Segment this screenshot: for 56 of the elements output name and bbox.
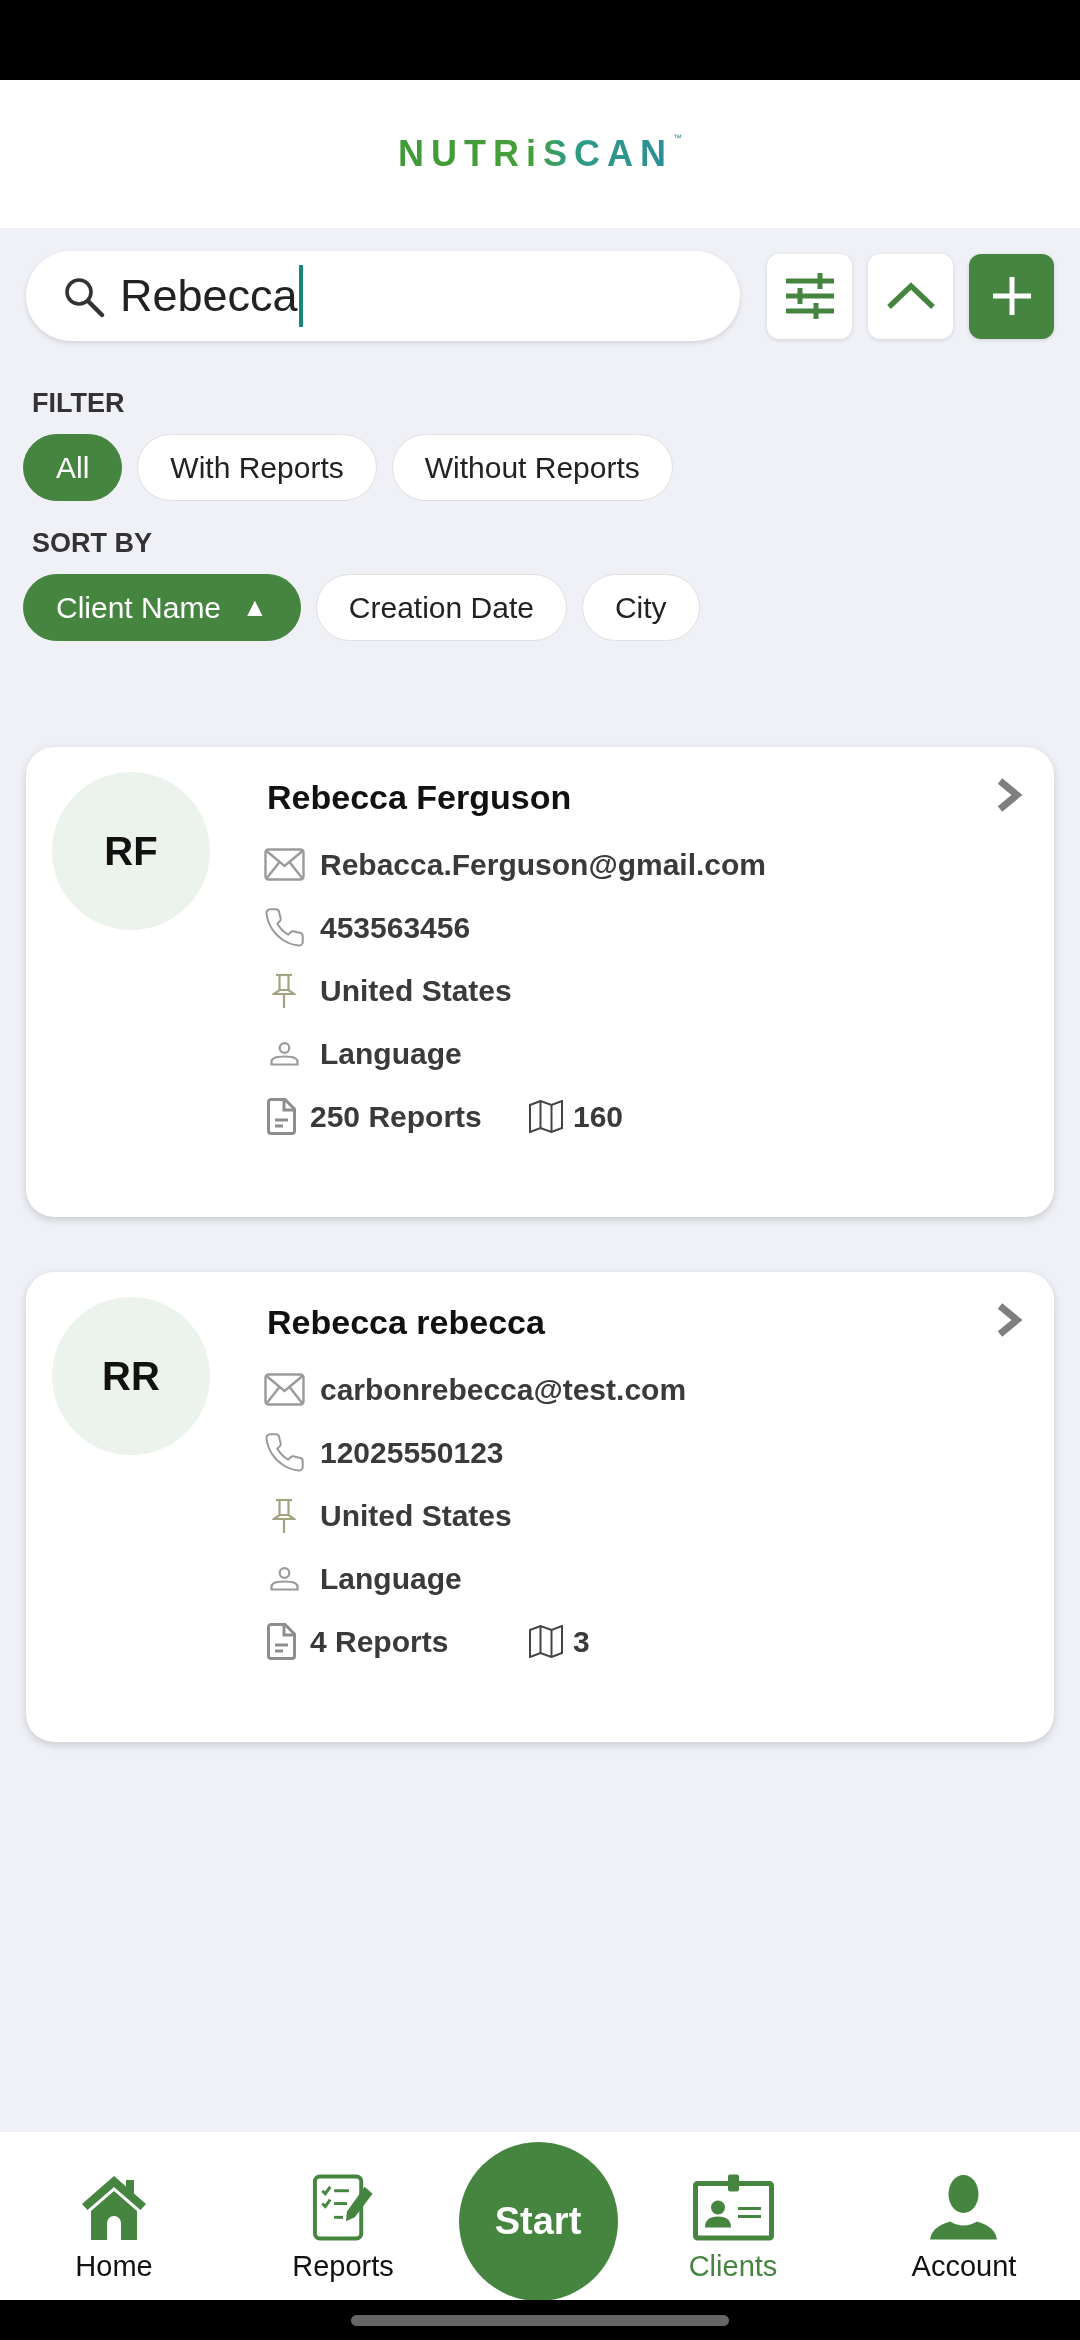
filter-chip[interactable]: Without Reports [391, 434, 673, 501]
search-field[interactable]: Rebecca [26, 251, 740, 341]
trademark-sign: ™ [673, 134, 682, 143]
map-count: 160 [573, 1099, 624, 1134]
language-text: Language [320, 1036, 462, 1071]
id-card-icon [692, 2174, 774, 2241]
section-label: SORT BY [32, 527, 152, 559]
language-text: Language [320, 1561, 462, 1596]
person-outline-icon [269, 1041, 299, 1066]
clipboard-pencil-icon [312, 2174, 374, 2241]
phone-text: 453563456 [320, 910, 471, 945]
person-outline-icon [269, 1566, 299, 1591]
folded-map-icon [529, 1625, 563, 1658]
sort-chip[interactable]: Creation Date [315, 574, 567, 641]
document-icon [267, 1098, 296, 1135]
initials-avatar: RR [52, 1297, 210, 1455]
nav-tab[interactable]: Reports [292, 2132, 394, 2283]
nav-tab[interactable]: Account [911, 2132, 1017, 2283]
report-count: 4 Reports [310, 1624, 449, 1659]
filter-chip[interactable]: All [23, 434, 123, 501]
email-text: Rebacca.Ferguson@gmail.com [320, 847, 767, 882]
sliders-icon [785, 272, 834, 320]
filter-chip[interactable]: With Reports [137, 434, 377, 501]
client-card[interactable]: RR Rebecca rebecca carbonrebecca@test.com 12025550123 United States Language 4 Reports 3 [26, 1272, 1054, 1742]
folded-map-icon [529, 1100, 563, 1133]
pushpin-icon [272, 972, 296, 1009]
filter-button[interactable] [767, 253, 852, 339]
chevron-up-icon [885, 282, 936, 310]
pushpin-icon [272, 1497, 296, 1534]
country-text: United States [320, 1498, 512, 1533]
sort-chip[interactable]: Client Name ▲ [23, 574, 301, 641]
person-icon [929, 2174, 999, 2241]
client-name: Rebecca rebecca [267, 1302, 545, 1342]
initials-avatar: RF [52, 772, 210, 930]
add-button[interactable] [969, 253, 1054, 339]
phone-icon [264, 1433, 304, 1472]
client-name: Rebecca Ferguson [267, 777, 572, 817]
nav-tab[interactable]: Home [75, 2132, 153, 2283]
sort-triangle-icon: ▲ [242, 592, 268, 623]
sort-chip[interactable]: City [581, 574, 700, 641]
phone-icon [264, 908, 304, 947]
phone-text: 12025550123 [320, 1435, 504, 1470]
report-count: 250 Reports [310, 1099, 482, 1134]
nav-tab[interactable]: Clients [688, 2132, 778, 2283]
envelope-icon [263, 848, 305, 881]
house-icon [81, 2174, 147, 2241]
client-card[interactable]: RF Rebecca Ferguson Rebacca.Ferguson@gmail.com 453563456 United States Language 250 Reports 160 [26, 747, 1054, 1217]
country-text: United States [320, 973, 512, 1008]
section-label: FILTER [32, 387, 125, 419]
collapse-button[interactable] [868, 253, 953, 339]
start-button[interactable]: Start [458, 2142, 618, 2301]
email-text: carbonrebecca@test.com [320, 1372, 687, 1407]
envelope-icon [263, 1373, 305, 1406]
document-icon [267, 1623, 296, 1660]
plus-icon [991, 276, 1032, 316]
map-count: 3 [573, 1624, 590, 1659]
